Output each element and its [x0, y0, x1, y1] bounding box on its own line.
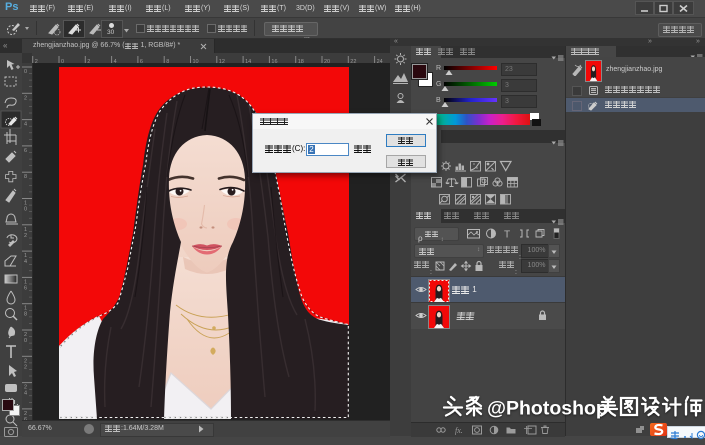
svg-text:2: 2	[24, 233, 27, 239]
svg-text:6: 6	[24, 285, 27, 291]
svg-text:0: 0	[24, 207, 27, 213]
svg-text:0: 0	[24, 338, 27, 344]
svg-text:4: 4	[24, 122, 27, 128]
svg-text:6: 6	[24, 148, 27, 154]
svg-text:2: 2	[24, 364, 27, 370]
svg-text:2: 2	[24, 95, 27, 101]
svg-text:@Photoshop: @Photoshop	[487, 398, 608, 420]
svg-text:8: 8	[24, 174, 27, 180]
svg-text:fx.: fx.	[455, 426, 463, 435]
svg-text:T: T	[504, 230, 510, 240]
svg-text:8: 8	[24, 312, 27, 318]
svg-text:4: 4	[24, 259, 27, 265]
svg-text:0: 0	[24, 69, 27, 75]
svg-text:4: 4	[24, 391, 27, 397]
